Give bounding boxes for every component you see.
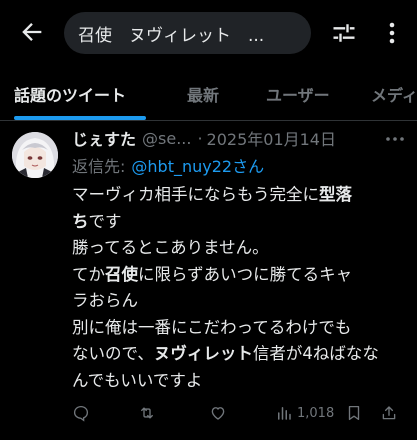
avatar[interactable] [12,132,58,178]
tweet-text-line: 勝ってるとこありません。 [72,235,408,262]
search-query-text: 召使 ヌヴィレット ... [78,25,265,46]
bookmark-button[interactable] [345,398,363,428]
tweet-text-segment: 別に俺は一番にこだわってるわけでも [72,317,352,337]
back-arrow-icon [22,23,42,41]
views-icon [278,407,291,420]
reply-icon [73,405,89,422]
tweet-text-segment: んでもいいですよ [72,370,203,390]
tweet-action-bar: 1,018 [72,398,412,428]
like-icon [211,407,225,420]
tweet-text-line: んでもいいですよ [72,368,408,395]
tweet-text-segment: ラおらん [72,291,138,310]
search-field[interactable]: 召使 ヌヴィレット ... [64,12,311,54]
tweet-date[interactable]: 2025年01月14日 [207,126,336,150]
back-button[interactable] [18,18,46,46]
tweet-text-line: ちです [72,209,408,236]
tweet-text-segment: に限らずあいつに勝てるキャ [138,264,353,284]
highlighted-keyword: 型落 [319,185,353,204]
tweet-text-line: てか召使に限らずあいつに勝てるキャ [72,262,408,289]
retweet-button[interactable] [138,398,156,428]
tab-users[interactable]: ユーザー [266,66,330,121]
tweet-text-line: ラおらん [72,288,408,315]
author-display-name[interactable]: じぇすた [72,126,136,150]
search-tabs: 話題のツイート 最新 ユーザー メディア [0,66,417,121]
tweet-text: マーヴィカ相手にならもう完全に型落 ちです 勝ってるとこありません。 てか召使に限らず… [72,182,408,394]
more-horizontal-icon [386,137,404,141]
highlighted-keyword: 召使 [105,264,138,284]
tweet-text-line: マーヴィカ相手にならもう完全に型落 [72,182,408,209]
tweet-text-segment: 信者が4ねばなな [252,344,379,363]
search-results-screen: 召使 ヌヴィレット ... 話題のツイート 最新 ユーザー メディア [0,0,417,440]
highlighted-keyword: ヌヴィレット [153,344,253,363]
tweet-text-line: 別に俺は一番にこだわってるわけでも [72,315,408,342]
avatar-image [12,132,58,178]
tweet-text-segment: 勝ってるとこありません。 [72,238,269,257]
tweet-more-button[interactable] [384,129,406,149]
retweet-icon [141,407,153,419]
active-tab-indicator [14,116,146,120]
views-button[interactable]: 1,018 [275,398,334,428]
tweet-text-segment: です [88,211,122,231]
tab-latest[interactable]: 最新 [187,66,219,121]
highlighted-keyword: ち [72,211,89,231]
search-filter-button[interactable] [330,19,358,47]
like-button[interactable] [209,398,227,428]
reply-button[interactable] [72,398,90,428]
tweet-text-segment: マーヴィカ相手にならもう完全に [72,185,320,204]
author-handle[interactable]: @se... [142,129,191,148]
tweet-text-segment: てか [72,264,105,284]
filter-sliders-icon [333,24,355,42]
tab-top-tweets[interactable]: 話題のツイート [14,66,126,121]
more-vertical-icon [389,22,395,44]
share-button[interactable] [380,398,398,428]
views-count: 1,018 [297,405,335,421]
tweet-text-segment: ないので、 [72,344,154,363]
reply-mention-link[interactable]: @hbt_nuy22さん [131,153,264,177]
separator-dot: · [197,128,203,148]
share-icon [382,406,396,420]
tweet-text-line: ないので、ヌヴィレット信者が4ねばなな [72,341,408,368]
tab-media[interactable]: メディア [371,66,417,121]
reply-prefix: 返信先: [72,157,126,176]
bookmark-icon [348,405,360,421]
more-options-button[interactable] [380,19,404,47]
reply-context: 返信先: @hbt_nuy22さん [72,154,264,176]
top-bar: 召使 ヌヴィレット ... [0,0,417,66]
tweet-header: じぇすた @se... · 2025年01月14日 [72,126,336,150]
